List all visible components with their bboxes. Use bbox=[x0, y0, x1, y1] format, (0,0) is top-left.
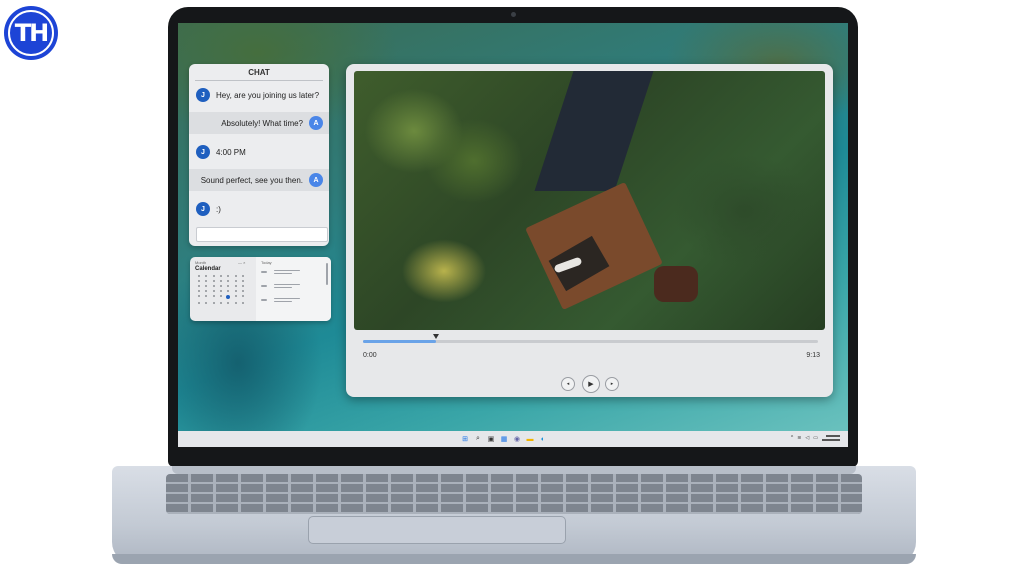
avatar[interactable]: A bbox=[309, 116, 323, 130]
calendar-widget[interactable]: Month — × Calendar Today bbox=[190, 257, 331, 321]
previous-icon: ◂ bbox=[566, 381, 570, 387]
chat-message-text: 4:00 PM bbox=[216, 147, 246, 157]
chat-message: Sound perfect, see you then. A bbox=[189, 169, 329, 191]
avatar[interactable]: J bbox=[196, 145, 210, 159]
chat-message-text: Sound perfect, see you then. bbox=[200, 175, 303, 185]
hot-tub bbox=[654, 266, 698, 302]
search-icon[interactable]: ⌕ bbox=[473, 434, 483, 444]
media-player-window: 0:00 9:13 ◂ ▶ ▸ bbox=[346, 64, 833, 397]
previous-button[interactable]: ◂ bbox=[561, 377, 575, 391]
lid-recess bbox=[172, 466, 856, 474]
system-tray: ^ ≋ ◁ ▭ bbox=[791, 434, 840, 441]
wifi-icon[interactable]: ≋ bbox=[797, 435, 801, 441]
site-logo: TH bbox=[4, 6, 58, 60]
current-time: 0:00 bbox=[363, 352, 377, 359]
desktop-screen: CHAT J Hey, are you joining us later? Ab… bbox=[178, 23, 848, 447]
calendar-selected-day[interactable] bbox=[226, 295, 231, 299]
chat-message-text: :) bbox=[216, 204, 221, 214]
agenda-scrollbar[interactable] bbox=[326, 263, 328, 285]
calendar-small-label: Month bbox=[195, 260, 207, 265]
volume-icon[interactable]: ◁ bbox=[805, 435, 809, 441]
edge-browser-icon[interactable]: ◐ bbox=[538, 434, 548, 444]
battery-icon[interactable]: ▭ bbox=[813, 435, 818, 441]
chat-message-text: Hey, are you joining us later? bbox=[216, 90, 320, 100]
total-time: 9:13 bbox=[806, 352, 820, 359]
touchpad bbox=[308, 516, 566, 544]
chat-title: CHAT bbox=[195, 64, 323, 81]
calendar-grid[interactable] bbox=[195, 275, 247, 304]
chat-message: J :) bbox=[189, 198, 329, 220]
widgets-icon[interactable]: ▦ bbox=[499, 434, 509, 444]
avatar[interactable]: J bbox=[196, 88, 210, 102]
progress-thumb[interactable] bbox=[432, 334, 439, 339]
file-explorer-icon[interactable]: ▬ bbox=[525, 434, 535, 444]
logo-ring bbox=[8, 10, 54, 56]
chat-message: Absolutely! What time? A bbox=[189, 112, 329, 134]
next-icon: ▸ bbox=[610, 381, 614, 387]
chat-input[interactable] bbox=[196, 227, 328, 242]
calendar-agenda-pane: Today bbox=[256, 257, 331, 321]
keyboard-rows bbox=[166, 474, 862, 514]
progress-fill bbox=[363, 340, 436, 343]
laptop-lid: CHAT J Hey, are you joining us later? Ab… bbox=[168, 7, 858, 467]
progress-bar[interactable] bbox=[363, 334, 818, 343]
avatar[interactable]: J bbox=[196, 202, 210, 216]
calendar-month-pane: Month — × Calendar bbox=[190, 257, 255, 321]
windows-start-icon[interactable]: ⊞ bbox=[460, 434, 470, 444]
play-button[interactable]: ▶ bbox=[582, 375, 600, 393]
task-view-icon[interactable]: ▣ bbox=[486, 434, 496, 444]
chat-icon[interactable]: ◉ bbox=[512, 434, 522, 444]
tray-chevron-icon[interactable]: ^ bbox=[791, 435, 793, 441]
base-front-edge bbox=[112, 554, 916, 564]
agenda-label: Today bbox=[261, 260, 272, 265]
calendar-title: Calendar bbox=[195, 266, 221, 272]
laptop-base bbox=[112, 466, 916, 564]
taskbar-icons: ⊞ ⌕ ▣ ▦ ◉ ▬ ◐ bbox=[460, 434, 548, 444]
chat-message: J Hey, are you joining us later? bbox=[189, 84, 329, 106]
video-frame[interactable] bbox=[354, 71, 825, 330]
calendar-window-controls[interactable]: — × bbox=[238, 260, 245, 265]
taskbar: ⊞ ⌕ ▣ ▦ ◉ ▬ ◐ ^ ≋ ◁ ▭ bbox=[178, 431, 848, 447]
webcam bbox=[511, 12, 516, 17]
chat-widget: CHAT J Hey, are you joining us later? Ab… bbox=[189, 64, 329, 246]
next-button[interactable]: ▸ bbox=[605, 377, 619, 391]
avatar[interactable]: A bbox=[309, 173, 323, 187]
chat-message: J 4:00 PM bbox=[189, 141, 329, 163]
play-icon: ▶ bbox=[588, 381, 594, 388]
cabin-roof bbox=[534, 71, 654, 191]
chat-message-text: Absolutely! What time? bbox=[221, 118, 303, 128]
clock[interactable] bbox=[822, 434, 840, 441]
